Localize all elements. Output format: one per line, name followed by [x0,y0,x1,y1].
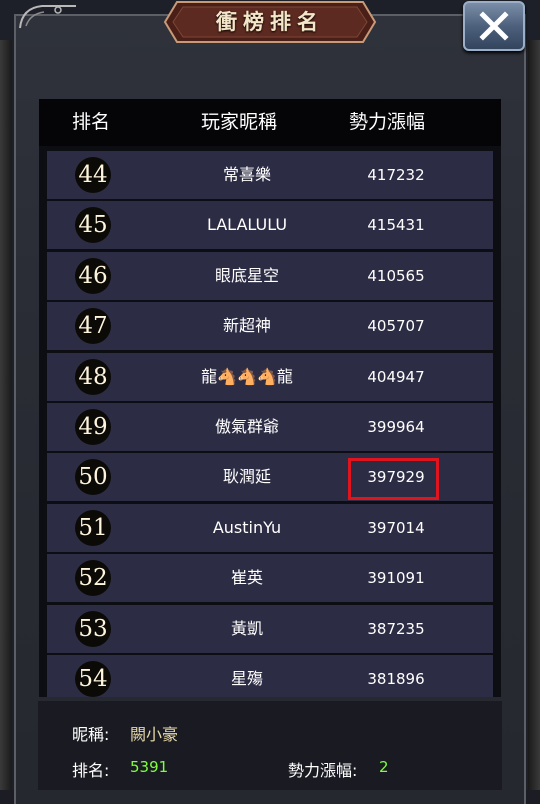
player-nickname: 眼底星空 [214,265,279,285]
power-gain-value: 417232 [367,166,425,184]
player-nickname: 常喜樂 [222,165,271,184]
game-window: 衝榜排名 排名 玩家昵稱 勢力漲幅 44 常喜樂 417232 45 LALALULU 4… [0,0,540,804]
player-nickname: 新超神 [222,316,271,336]
nickname-value: 闕小豪 [130,725,179,744]
power-gain-value: 410565 [367,266,425,285]
rank-badge: 46 [75,257,111,294]
player-nickname: 星殤 [230,669,263,688]
power-gain-label: 勢力漲幅: [288,761,358,780]
table-row[interactable]: 53 黃凱 387235 [47,604,493,653]
rank-badge: 49 [75,409,111,445]
table-row[interactable]: 44 常喜樂 417232 [47,151,493,199]
table-row[interactable]: 51 AustinYu 397014 [47,503,493,552]
player-summary: 昵稱: 闕小豪 排名: 5391 勢力漲幅: 2 [38,701,502,790]
power-gain-value: 399964 [367,418,425,436]
rank-badge: 51 [75,509,111,546]
rank-badge: 48 [75,358,111,395]
rank-value: 5391 [130,758,169,776]
player-nickname: AustinYu [212,517,282,537]
player-nickname: 龍🐴🐴🐴龍 [201,366,293,386]
left-frame-border [0,40,12,790]
player-nickname: 黃凱 [230,618,263,638]
rank-badge: 47 [75,308,111,345]
ranking-table: 排名 玩家昵稱 勢力漲幅 44 常喜樂 417232 45 LALALULU 415431… [39,99,501,697]
ranking-list[interactable]: 44 常喜樂 417232 45 LALALULU 415431 46 眼底星空 410565 4… [39,146,501,697]
nickname-label: 昵稱: [72,725,110,744]
column-header-rank: 排名 [71,111,110,133]
close-x-icon [479,11,509,41]
rank-badge: 53 [75,610,111,647]
table-row[interactable]: 48 龍🐴🐴🐴龍 404947 [47,352,493,401]
table-row[interactable]: 45 LALALULU 415431 [47,201,493,250]
rank-label: 排名: [72,761,110,780]
power-gain-value: 2 [379,758,389,776]
rank-badge: 50 [75,459,111,496]
power-gain-value: 391091 [367,569,425,588]
rank-badge: 45 [75,207,111,244]
column-header-power-gain: 勢力漲幅 [348,111,425,133]
player-nickname: 傲氣群爺 [214,417,279,436]
power-gain-value: 387235 [367,619,425,638]
table-row[interactable]: 54 星殤 381896 [47,655,493,697]
table-row[interactable]: 49 傲氣群爺 399964 [47,403,493,451]
rank-badge: 54 [75,661,111,697]
power-gain-value: 397014 [367,518,425,537]
power-gain-value: 404947 [367,367,425,386]
power-gain-value: 405707 [367,317,425,336]
column-header-nickname: 玩家昵稱 [200,111,277,133]
rank-badge: 44 [75,157,111,193]
power-gain-value: 415431 [367,216,425,235]
player-nickname: LALALULU [206,215,288,235]
rank-badge: 52 [75,560,111,597]
highlight-box [348,458,439,500]
table-row[interactable]: 52 崔英 391091 [47,554,493,603]
player-nickname: 崔英 [230,568,263,588]
player-nickname: 耿潤延 [222,467,271,487]
power-gain-value: 381896 [367,670,425,688]
page-title: 衝榜排名 [216,9,324,34]
close-button[interactable] [463,1,525,51]
corner-ornament-icon [19,5,76,29]
table-row[interactable]: 47 新超神 405707 [47,302,493,351]
table-row[interactable]: 46 眼底星空 410565 [47,251,493,300]
table-header: 排名 玩家昵稱 勢力漲幅 [39,99,501,146]
right-frame-border [528,40,540,790]
